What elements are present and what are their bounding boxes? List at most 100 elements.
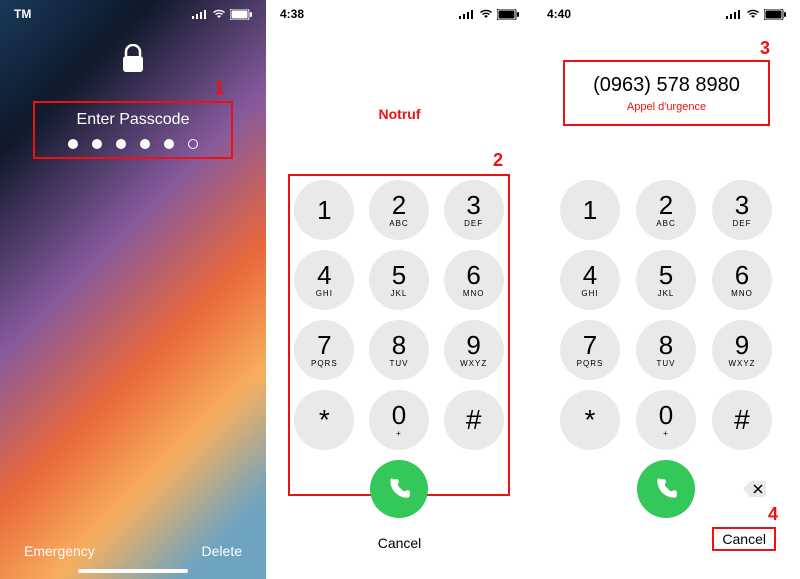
key-letters: DEF bbox=[733, 219, 752, 228]
backspace-button[interactable] bbox=[741, 479, 769, 499]
status-bar: TM bbox=[0, 0, 266, 28]
key-number: 1 bbox=[317, 197, 331, 223]
keypad-key-*[interactable]: * bbox=[560, 390, 620, 450]
emergency-subtitle: Appel d'urgence bbox=[627, 101, 706, 113]
key-number: # bbox=[734, 406, 750, 434]
emergency-dialed-panel: 4:40 3 (0963) 578 8980 Appel d'urgence 1… bbox=[533, 0, 800, 579]
keypad-key-7[interactable]: 7PQRS bbox=[294, 320, 354, 380]
key-number: 7 bbox=[317, 332, 331, 358]
keypad-key-1[interactable]: 1 bbox=[294, 180, 354, 240]
key-letters: JKL bbox=[391, 289, 408, 298]
keypad-key-7[interactable]: 7PQRS bbox=[560, 320, 620, 380]
keypad-key-8[interactable]: 8TUV bbox=[369, 320, 429, 380]
key-number: * bbox=[585, 406, 596, 434]
battery-icon bbox=[230, 9, 252, 20]
keypad-grid: 1 2ABC 3DEF 4GHI 5JKL 6MNO 7PQRS 8TUV 9WXYZ * 0+ # bbox=[557, 180, 775, 450]
key-number: 5 bbox=[659, 262, 673, 288]
wifi-icon bbox=[479, 9, 493, 19]
passcode-entry-box: Enter Passcode bbox=[33, 101, 233, 159]
home-indicator[interactable] bbox=[78, 569, 188, 573]
key-number: 2 bbox=[659, 192, 673, 218]
key-number: 3 bbox=[466, 192, 480, 218]
keypad-key-9[interactable]: 9WXYZ bbox=[444, 320, 504, 380]
key-letters: WXYZ bbox=[460, 359, 487, 368]
cancel-button[interactable]: Cancel bbox=[378, 535, 422, 551]
key-number: # bbox=[466, 406, 482, 434]
key-letters: WXYZ bbox=[728, 359, 755, 368]
key-letters: PQRS bbox=[311, 359, 338, 368]
backspace-icon bbox=[742, 480, 768, 498]
key-number: 0 bbox=[659, 402, 673, 428]
lock-icon bbox=[122, 44, 144, 74]
signal-icon bbox=[726, 9, 742, 19]
delete-button[interactable]: Delete bbox=[202, 543, 242, 559]
key-letters: PQRS bbox=[577, 359, 604, 368]
keypad-key-0[interactable]: 0+ bbox=[636, 390, 696, 450]
call-button[interactable] bbox=[370, 460, 428, 518]
key-letters: ABC bbox=[389, 219, 408, 228]
keypad-key-6[interactable]: 6MNO bbox=[444, 250, 504, 310]
keypad-key-1[interactable]: 1 bbox=[560, 180, 620, 240]
phone-icon bbox=[386, 476, 412, 502]
passcode-dot bbox=[164, 139, 174, 149]
cancel-row: Cancel bbox=[266, 535, 533, 551]
emergency-button[interactable]: Emergency bbox=[24, 543, 95, 559]
key-letters: MNO bbox=[463, 289, 485, 298]
battery-icon bbox=[764, 9, 786, 20]
keypad-key-#[interactable]: # bbox=[444, 390, 504, 450]
key-number: 8 bbox=[659, 332, 673, 358]
keypad-key-3[interactable]: 3DEF bbox=[444, 180, 504, 240]
key-letters: JKL bbox=[658, 289, 675, 298]
key-letters: TUV bbox=[389, 359, 408, 368]
key-letters: ABC bbox=[656, 219, 675, 228]
keypad-key-5[interactable]: 5JKL bbox=[369, 250, 429, 310]
keypad-key-#[interactable]: # bbox=[712, 390, 772, 450]
key-number: 7 bbox=[583, 332, 597, 358]
key-number: 9 bbox=[466, 332, 480, 358]
status-icons bbox=[459, 9, 519, 20]
time-label: 4:40 bbox=[547, 7, 571, 21]
key-letters: GHI bbox=[316, 289, 333, 298]
call-row bbox=[557, 460, 775, 518]
battery-icon bbox=[497, 9, 519, 20]
key-number: 5 bbox=[392, 262, 406, 288]
keypad-key-3[interactable]: 3DEF bbox=[712, 180, 772, 240]
dialed-number: (0963) 578 8980 bbox=[593, 74, 740, 97]
passcode-dot bbox=[140, 139, 150, 149]
keypad-key-4[interactable]: 4GHI bbox=[294, 250, 354, 310]
passcode-dot bbox=[92, 139, 102, 149]
passcode-dot bbox=[116, 139, 126, 149]
keypad-box: 1 2ABC 3DEF 4GHI 5JKL 6MNO 7PQRS 8TUV 9WXYZ * 0+ # bbox=[555, 176, 777, 496]
keypad-key-2[interactable]: 2ABC bbox=[369, 180, 429, 240]
key-number: * bbox=[319, 406, 330, 434]
key-number: 6 bbox=[735, 262, 749, 288]
keypad-key-4[interactable]: 4GHI bbox=[560, 250, 620, 310]
keypad-key-*[interactable]: * bbox=[294, 390, 354, 450]
status-icons bbox=[726, 9, 786, 20]
wifi-icon bbox=[212, 9, 226, 19]
key-letters: DEF bbox=[464, 219, 483, 228]
key-number: 8 bbox=[392, 332, 406, 358]
key-letters: GHI bbox=[581, 289, 598, 298]
keypad-key-5[interactable]: 5JKL bbox=[636, 250, 696, 310]
annotation-1: 1 bbox=[214, 78, 224, 99]
passcode-dot bbox=[68, 139, 78, 149]
cancel-button[interactable]: Cancel bbox=[712, 527, 776, 551]
keypad-key-0[interactable]: 0+ bbox=[369, 390, 429, 450]
keypad-key-6[interactable]: 6MNO bbox=[712, 250, 772, 310]
annotation-2: 2 bbox=[493, 150, 503, 171]
call-button[interactable] bbox=[637, 460, 695, 518]
lock-screen-actions: Emergency Delete bbox=[0, 543, 266, 559]
key-letters: TUV bbox=[657, 359, 676, 368]
phone-icon bbox=[653, 476, 679, 502]
emergency-title: Notruf bbox=[266, 106, 533, 122]
key-letters: + bbox=[663, 429, 669, 438]
key-number: 0 bbox=[392, 402, 406, 428]
key-number: 2 bbox=[392, 192, 406, 218]
key-number: 1 bbox=[583, 197, 597, 223]
key-number: 3 bbox=[735, 192, 749, 218]
keypad-grid: 12ABC3DEF4GHI5JKL6MNO7PQRS8TUV9WXYZ*0+# bbox=[292, 180, 506, 450]
keypad-key-9[interactable]: 9WXYZ bbox=[712, 320, 772, 380]
keypad-key-2[interactable]: 2ABC bbox=[636, 180, 696, 240]
keypad-key-8[interactable]: 8TUV bbox=[636, 320, 696, 380]
